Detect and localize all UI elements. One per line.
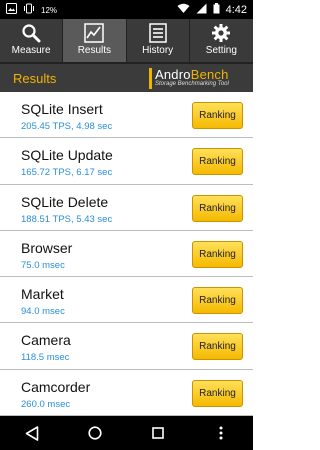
ranking-button[interactable]: Ranking [192,194,243,222]
result-name: Market [21,286,64,303]
androbench-logo: AndroBench Storage Benchmarking Tool [149,67,247,91]
status-label: 12% [41,5,58,15]
more-icon[interactable] [209,421,233,445]
result-name: SQLite Insert [21,101,103,117]
wifi-icon [177,3,190,17]
ranking-button[interactable]: Ranking [192,148,243,176]
ranking-button[interactable]: Ranking [192,287,243,315]
tab-measure-label: Measure [11,45,51,56]
result-name: SQLite Delete [21,193,109,210]
result-row-sqlite-delete: SQLite Delete 188.51 TPS, 5.43 sec Ranki… [0,185,253,231]
result-value: 205.45 TPS, 4.98 sec [21,121,113,132]
page-title: Results [13,71,57,86]
result-value: 260.0 msec [21,398,71,410]
result-value: 118.5 msec [21,352,70,364]
ranking-button[interactable]: Ranking [192,333,243,361]
result-name: Browser [21,239,73,256]
logo-name: AndroBench [155,67,229,82]
result-name: Camcorder [21,378,91,395]
tab-setting[interactable]: Setting [190,19,253,62]
status-bar: 12% 4:42 [0,0,253,19]
tab-history-label: History [142,45,174,56]
logo-andro: Andro [155,67,191,82]
list-icon [148,23,168,43]
result-value: 188.51 TPS, 5.43 sec [21,213,113,225]
system-nav-bar [0,416,253,450]
ranking-button[interactable]: Ranking [192,102,243,129]
ranking-button[interactable]: Ranking [192,240,243,268]
chart-icon [84,23,105,43]
tab-setting-label: Setting [205,45,237,56]
gear-icon [211,23,231,43]
result-row-browser: Browser 75.0 msec Ranking [0,231,253,278]
result-row-sqlite-insert: SQLite Insert 205.45 TPS, 4.98 sec Ranki… [0,92,253,139]
signal-icon [196,3,207,17]
gallery-notification-icon [6,3,17,17]
tab-measure[interactable]: Measure [0,19,64,62]
results-header: Results AndroBench Storage Benchmarking … [0,62,253,92]
tab-results-label: Results [77,45,112,56]
battery-icon [213,3,220,17]
logo-bar [149,68,152,89]
search-icon [21,23,41,43]
result-name: SQLite Update [21,147,113,164]
status-bar-right: 4:42 [177,3,247,17]
result-row-camcorder: Camcorder 260.0 msec Ranking [0,370,253,417]
status-bar-left: 12% [6,3,57,17]
tab-history[interactable]: History [127,19,190,62]
logo-subtitle: Storage Benchmarking Tool [155,81,229,87]
result-value: 94.0 msec [21,306,65,318]
back-icon[interactable] [20,421,44,445]
ranking-button[interactable]: Ranking [192,379,243,407]
tab-bar: Measure Results History Setting [0,19,253,62]
result-row-camera: Camera 118.5 msec Ranking [0,323,253,370]
home-icon[interactable] [83,421,107,445]
tab-results[interactable]: Results [63,19,127,62]
result-value: 75.0 msec [21,259,65,271]
result-value: 165.72 TPS, 6.17 sec [21,167,113,179]
vibrate-icon [24,3,34,17]
recents-icon[interactable] [146,421,170,445]
status-time: 4:42 [225,3,247,16]
result-name: Camera [21,332,71,349]
result-row-sqlite-update: SQLite Update 165.72 TPS, 6.17 sec Ranki… [0,138,253,185]
results-list: SQLite Insert 205.45 TPS, 4.98 sec Ranki… [0,92,253,417]
result-row-market: Market 94.0 msec Ranking [0,277,253,324]
logo-bench: Bench [190,67,229,82]
